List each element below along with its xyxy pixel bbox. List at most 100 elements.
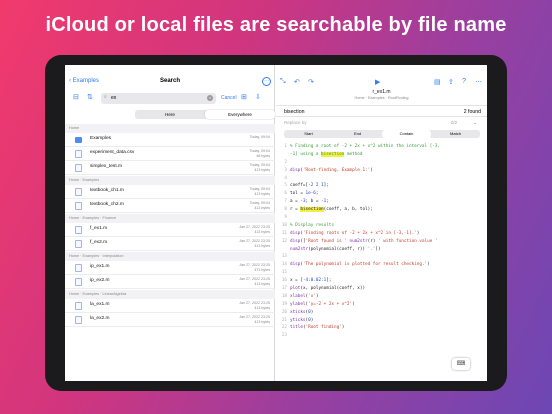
file-size: 413 bytes [254,205,270,210]
file-icon [75,226,82,234]
chevron-down-icon[interactable]: ⌄ [473,120,477,126]
undo-icon[interactable]: ↶ [294,78,300,86]
sidebar-icon[interactable]: ⊟ [73,93,79,101]
collapse-icon[interactable]: ⤡ [280,78,286,86]
line-number: 2 [284,159,287,165]
section-path: Home · Examples [65,176,275,185]
file-row[interactable]: simplex_test.m Today, 09:04 413 bytes [65,161,275,175]
app-screen: 11:50 PM Sun Jan 23 100% ‹ Examples Sear… [65,65,487,381]
code-line: 3 disp('Root-finding, Example 1:') [276,167,487,175]
file-meta: Jan 27, 2022 23:25 413 bytes [239,239,270,248]
replace-field[interactable]: Replace by 2/2 ⌄ [276,118,487,129]
file-date: Today, 09:04 [249,187,270,191]
code-line: num2str(polynomial(coeff, r)) '.']) [276,246,487,254]
file-browser-pane: ‹ Examples Search ⋯ ⊟ ⇅ ⌕ ex × Cancel ⊞ … [65,65,275,381]
file-row[interactable]: Examples Today, 09:04 [65,133,275,147]
file-row[interactable]: ip_ex2.m Jan 27, 2022 23:25 413 bytes [65,275,275,289]
code-text: num2str(polynomial(coeff, r)) '.']) [290,246,381,252]
search-query: ex [111,95,117,101]
replace-placeholder: Replace by [284,120,307,125]
keyboard-icon[interactable]: ⌨ [452,358,470,370]
find-text: bisection [284,109,305,115]
code-text: disp(['Root found is ' num2str(r) ' with… [290,238,438,244]
file-row[interactable]: textbook_ch2.m Today, 09:04 413 bytes [65,199,275,213]
code-line: 15 [276,269,487,277]
search-input[interactable]: ⌕ ex × [101,93,216,104]
help-icon[interactable]: ? [462,78,466,85]
option-end[interactable]: End [333,130,382,138]
file-date: Jan 27, 2022 23:25 [239,315,270,319]
file-date: Today, 09:04 [249,201,270,205]
file-row[interactable]: experiment_data.csv Today, 09:04 48 bytes [65,147,275,161]
line-number: 6 [284,191,287,197]
line-number: 13 [281,254,287,260]
code-line: 6 tol = 1e-6; [276,190,487,198]
code-line: 12 disp(['Root found is ' num2str(r) ' wi… [276,238,487,246]
share-icon[interactable]: ⇪ [448,78,454,86]
search-results-list: Home Examples Today, 09:04 experiment_data.… [65,123,275,327]
file-row[interactable]: ip_ex1.m Jan 27, 2022 23:25 471 bytes [65,261,275,275]
code-text: xticks(0) [290,309,314,315]
file-meta: Jan 27, 2022 23:25 413 bytes [239,301,270,310]
code-line: 19 ylabel('y=-2 + 2x + x^2') [276,301,487,309]
line-number: 18 [281,293,287,299]
nav-title: Search [159,78,180,84]
file-icon [75,302,82,310]
code-line: 11 disp('Finding roots of -2 + 2x + x^2 i… [276,230,487,238]
more-icon[interactable]: ⋯ [475,78,482,86]
code-line: 13 [276,253,487,261]
sort-icon[interactable]: ⇅ [87,93,93,101]
line-number: 19 [281,301,287,307]
option-start[interactable]: Start [284,130,333,138]
code-editor[interactable]: 1% Finding a root of -2 + 2x + x^2 withi… [276,143,487,340]
cancel-button[interactable]: Cancel [221,95,237,101]
file-row[interactable]: textbook_ch1.m Today, 09:04 413 bytes [65,185,275,199]
scope-everywhere[interactable]: Everywhere [205,110,275,119]
code-line: 22 title('Root finding') [276,324,487,332]
file-date: Today, 09:04 [249,135,270,139]
file-name: Examples [90,136,112,141]
option-contain[interactable]: Contain [382,130,431,138]
file-row[interactable]: f_ex2.m Jan 27, 2022 23:25 413 bytes [65,237,275,251]
find-options: Start End Contain Match [284,130,480,138]
file-name: simplex_test.m [90,164,122,169]
line-number: 5 [284,183,287,189]
more-icon[interactable]: ⋯ [262,77,271,86]
file-name: ip_ex1.m [90,264,110,269]
file-date: Jan 27, 2022 23:25 [239,225,270,229]
option-match[interactable]: Match [431,130,480,138]
file-meta: Jan 27, 2022 23:25 413 bytes [239,315,270,324]
file-name: textbook_ch1.m [90,188,124,193]
file-icon [75,264,82,272]
file-name: textbook_ch2.m [90,202,124,207]
clear-icon[interactable]: × [207,95,213,101]
scope-here[interactable]: Here [135,110,205,119]
code-text: disp('Root-finding, Example 1:') [290,167,373,173]
run-icon[interactable]: ▶ [375,78,380,86]
section-path: Home · Examples · LinearAlgebra [65,290,275,299]
document-icon[interactable]: ▤ [434,78,441,86]
code-line: 8r = bisection(coeff, a, b, tol); [276,206,487,214]
left-nav-bar: ‹ Examples Search ⋯ [65,75,275,91]
file-size: 413 bytes [254,281,270,286]
file-row[interactable]: la_ex2.m Jan 27, 2022 23:25 413 bytes [65,313,275,327]
code-line: 5 coeff=[-2 2 1]; [276,182,487,190]
code-text: % Display results [290,222,334,228]
search-icon: ⌕ [104,94,107,100]
download-icon[interactable]: ⇩ [255,93,261,101]
redo-icon[interactable]: ↷ [308,78,314,86]
code-line: 23 [276,332,487,340]
new-folder-icon[interactable]: ⊞ [241,93,247,101]
find-field[interactable]: bisection 2 found [276,105,487,117]
code-text: xlabel('x') [290,293,319,299]
code-text: disp('Finding roots of -2 + 2x + x^2 in … [290,230,420,236]
file-icon [75,150,82,158]
file-row[interactable]: la_ex1.m Jan 27, 2022 23:25 413 bytes [65,299,275,313]
line-number: 17 [281,286,287,292]
file-meta: Jan 27, 2022 23:25 413 bytes [239,225,270,234]
file-meta: Today, 09:04 413 bytes [250,201,270,210]
code-text: ylabel('y=-2 + 2x + x^2') [290,301,355,307]
file-row[interactable]: f_ex1.m Jan 27, 2022 23:25 413 bytes [65,223,275,237]
file-meta: Jan 27, 2022 23:25 471 bytes [239,263,270,272]
line-number: 14 [281,262,287,268]
